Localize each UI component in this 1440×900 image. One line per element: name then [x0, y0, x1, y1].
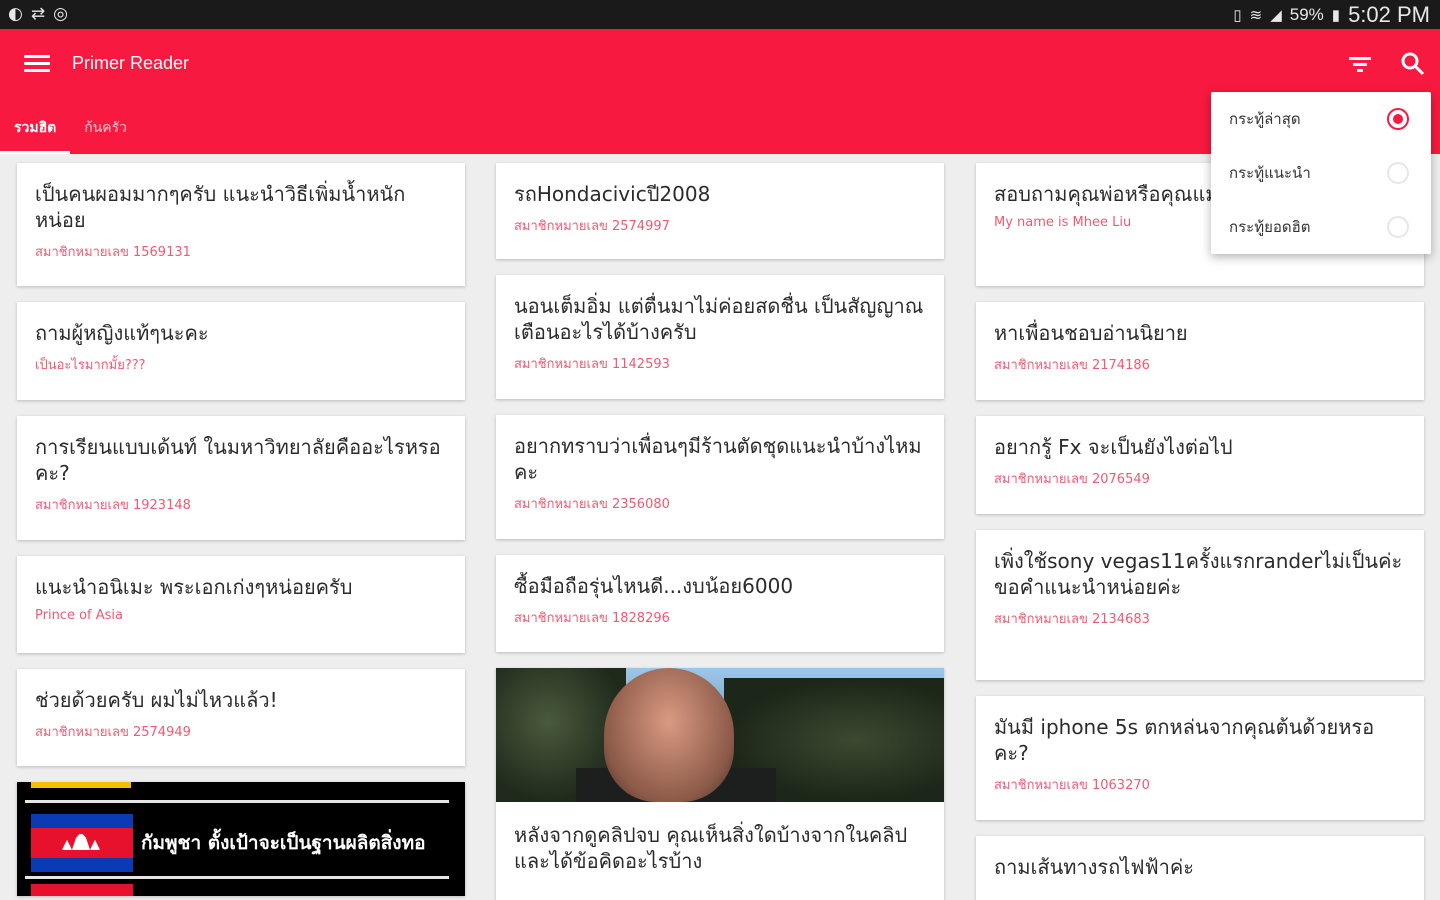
topic-card[interactable]: เป็นคนผอมมากๆครับ แนะนำวิธีเพิ่มน้ำหนักห…: [17, 163, 465, 286]
topic-author: สมาชิกหมายเลข 1923148: [35, 498, 191, 513]
topic-card[interactable]: การเรียนแบบเด้นท์ ในมหาวิทยาลัยคืออะไรหร…: [17, 416, 465, 540]
sort-option-label: กระทู้ล่าสุด: [1229, 110, 1301, 128]
column-1: เป็นคนผอมมากๆครับ แนะนำวิธีเพิ่มน้ำหนักห…: [17, 163, 465, 900]
topic-title: การเรียนแบบเด้นท์ ในมหาวิทยาลัยคืออะไรหร…: [35, 435, 441, 485]
compass-icon: ◎: [53, 4, 68, 24]
topic-title: มันมี iphone 5s ตกหล่นจากคุณต้นด้วยหรอคะ…: [994, 715, 1375, 765]
topic-card[interactable]: เพิ่งใช้sony vegas11ครั้งแรกranderไม่เป็…: [976, 530, 1424, 680]
sort-option-latest[interactable]: กระทู้ล่าสุด: [1211, 92, 1431, 146]
topic-author: Prince of Asia: [35, 608, 123, 623]
topic-card[interactable]: มันมี iphone 5s ตกหล่นจากคุณต้นด้วยหรอคะ…: [976, 696, 1424, 820]
status-bar: ◐ ⇄ ◎ ▯ ≋ ◢ 59% ▮ 5:02 PM: [0, 0, 1440, 29]
topic-author: สมาชิกหมายเลข 2574949: [35, 725, 191, 740]
volume-icon: ◐: [8, 4, 23, 24]
app-title: Primer Reader: [72, 53, 190, 73]
sort-menu: กระทู้ล่าสุด กระทู้แนะนำ กระทู้ยอดฮิต: [1211, 92, 1431, 254]
sort-option-popular[interactable]: กระทู้ยอดฮิต: [1211, 200, 1431, 254]
topic-card-image[interactable]: หลังจากดูคลิปจบ คุณเห็นสิ่งใดบ้างจากในคล…: [496, 668, 944, 900]
radio-icon[interactable]: [1387, 216, 1409, 238]
sort-option-label: กระทู้แนะนำ: [1229, 164, 1311, 182]
topic-card[interactable]: ถามผู้หญิงแท้ๆนะคะ เป็นอะไรมากมั้ย???: [17, 302, 465, 400]
topic-author: สมาชิกหมายเลข 1569131: [35, 245, 191, 260]
topic-title: อยากทราบว่าเพื่อนๆมีร้านตัดชุดแนะนำบ้างไ…: [514, 434, 922, 484]
topic-title: รถHondacivicปี2008: [514, 182, 711, 206]
topic-author: สมาชิกหมายเลข 1828296: [514, 611, 670, 626]
cambodia-flag-icon: [31, 814, 133, 872]
topic-author: สมาชิกหมายเลข 2076549: [994, 472, 1150, 487]
topic-title: เป็นคนผอมมากๆครับ แนะนำวิธีเพิ่มน้ำหนักห…: [35, 182, 406, 232]
topic-card[interactable]: อยากทราบว่าเพื่อนๆมีร้านตัดชุดแนะนำบ้างไ…: [496, 415, 944, 539]
column-3: สอบถามคุณพ่อหรือคุณแม่ ด้วยรถไฟค่ะ My na…: [976, 163, 1424, 900]
wifi-icon: ≋: [1249, 7, 1263, 24]
topic-title: แนะนำอนิเมะ พระเอกเก่งๆหน่อยครับ: [35, 575, 353, 599]
topic-card[interactable]: ช่วยด้วยครับ ผมไม่ไหวแล้ว! สมาชิกหมายเลข…: [17, 669, 465, 766]
topic-card[interactable]: รถHondacivicปี2008 สมาชิกหมายเลข 2574997: [496, 163, 944, 259]
topic-author: สมาชิกหมายเลข 1142593: [514, 357, 670, 372]
tab-kitchen[interactable]: ก้นครัว: [70, 109, 141, 154]
topic-card[interactable]: อยากรู้ Fx จะเป็นยังไงต่อไป สมาชิกหมายเล…: [976, 416, 1424, 514]
topic-card[interactable]: หาเพื่อนชอบอ่านนิยาย สมาชิกหมายเลข 21741…: [976, 302, 1424, 400]
radio-icon[interactable]: [1387, 162, 1409, 184]
topic-title: ถามเส้นทางรถไฟฟ้าค่ะ: [994, 855, 1194, 879]
topic-title: หลังจากดูคลิปจบ คุณเห็นสิ่งใดบ้างจากในคล…: [514, 823, 908, 873]
topic-card[interactable]: แนะนำอนิเมะ พระเอกเก่งๆหน่อยครับ Prince …: [17, 556, 465, 653]
topic-title: อยากรู้ Fx จะเป็นยังไงต่อไป: [994, 435, 1233, 459]
signal-icon: ◢: [1270, 7, 1282, 24]
search-icon[interactable]: [1398, 49, 1428, 79]
topic-title: เพิ่งใช้sony vegas11ครั้งแรกranderไม่เป็…: [994, 549, 1403, 599]
topic-title: ถามผู้หญิงแท้ๆนะคะ: [35, 321, 209, 345]
tab-hits[interactable]: รวมฮิต: [0, 109, 71, 154]
topic-author: สมาชิกหมายเลข 2574997: [514, 219, 670, 234]
clock: 5:02 PM: [1348, 2, 1430, 27]
radio-selected-icon[interactable]: [1387, 108, 1409, 130]
status-right: ▯ ≋ ◢ 59% ▮ 5:02 PM: [1233, 2, 1430, 28]
sync-icon: ⇄: [30, 4, 46, 24]
filter-icon[interactable]: [1346, 51, 1374, 79]
topic-title: ซื้อมือถือรุ่นไหนดี...งบน้อย6000: [514, 574, 794, 598]
topic-author: สมาชิกหมายเลข 2134683: [994, 612, 1150, 627]
image-caption: กัมพูชา ตั้งเป้าจะเป็นฐานผลิตสิ่งทอ: [141, 832, 426, 854]
topic-author: สมาชิกหมายเลข 1063270: [994, 778, 1150, 793]
topic-title: ช่วยด้วยครับ ผมไม่ไหวแล้ว!: [35, 688, 278, 712]
topic-title: นอนเต็มอิ่ม แต่ตื่นมาไม่ค่อยสดชื่น เป็นส…: [514, 294, 924, 344]
battery-icon: ▮: [1331, 7, 1341, 24]
battery-percent: 59%: [1289, 5, 1324, 24]
topic-card-image[interactable]: กัมพูชา ตั้งเป้าจะเป็นฐานผลิตสิ่งทอ: [17, 782, 465, 896]
menu-icon[interactable]: [24, 55, 50, 75]
video-thumbnail: [496, 668, 944, 802]
status-left-icons: ◐ ⇄ ◎: [8, 4, 68, 24]
column-2: รถHondacivicปี2008 สมาชิกหมายเลข 2574997…: [496, 163, 944, 900]
topic-card[interactable]: ซื้อมือถือรุ่นไหนดี...งบน้อย6000 สมาชิกห…: [496, 555, 944, 652]
topic-card[interactable]: ถามเส้นทางรถไฟฟ้าค่ะ: [976, 836, 1424, 900]
topic-card[interactable]: นอนเต็มอิ่ม แต่ตื่นมาไม่ค่อยสดชื่น เป็นส…: [496, 275, 944, 399]
topic-title: หาเพื่อนชอบอ่านนิยาย: [994, 321, 1188, 345]
sort-option-recommended[interactable]: กระทู้แนะนำ: [1211, 146, 1431, 200]
topic-author: สมาชิกหมายเลข 2356080: [514, 497, 670, 512]
topic-author: เป็นอะไรมากมั้ย???: [35, 358, 146, 373]
vibrate-icon: ▯: [1233, 7, 1242, 24]
news-image: กัมพูชา ตั้งเป้าจะเป็นฐานผลิตสิ่งทอ: [17, 782, 465, 896]
tab-bar: รวมฮิต ก้นครัว: [0, 109, 141, 154]
sort-option-label: กระทู้ยอดฮิต: [1229, 218, 1311, 236]
topic-author: สมาชิกหมายเลข 2174186: [994, 358, 1150, 373]
